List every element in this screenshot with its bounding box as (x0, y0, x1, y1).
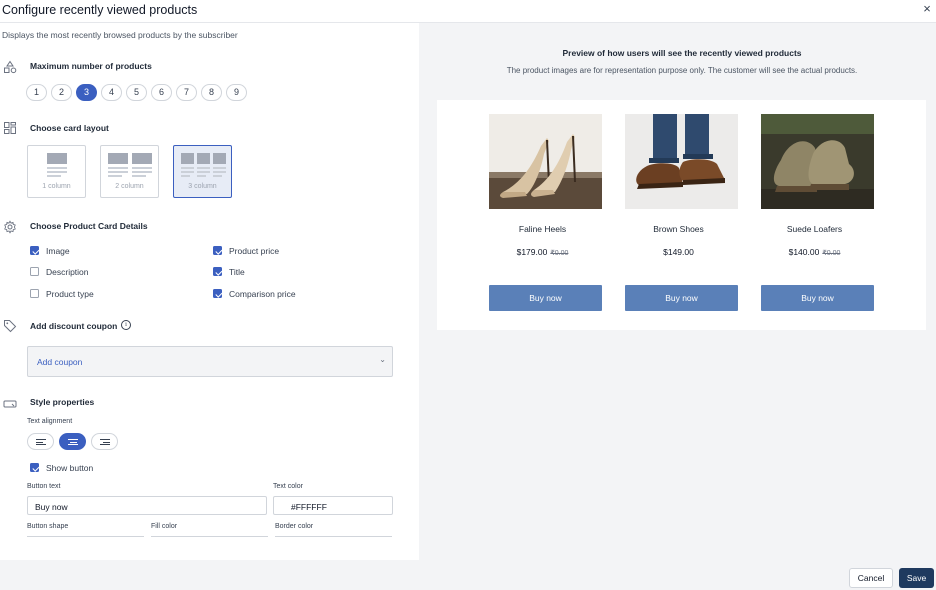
info-icon[interactable]: i (121, 320, 131, 330)
dialog-title: Configure recently viewed products (2, 3, 198, 17)
align-center-button[interactable] (59, 433, 86, 450)
product-title: Faline Heels (518, 224, 567, 234)
product-price: $179.00 (516, 247, 548, 257)
checkbox-label: Description (46, 267, 89, 277)
max-products-label: Maximum number of products (30, 61, 152, 71)
discount-label: Add discount coupon (30, 321, 118, 331)
checkbox-title[interactable] (213, 267, 222, 276)
layout-option-1-column[interactable]: 1 column (27, 145, 86, 198)
dialog-footer (0, 560, 936, 590)
max-products-option[interactable]: 6 (151, 84, 172, 101)
max-products-option[interactable]: 9 (226, 84, 247, 101)
border-color-input[interactable] (275, 536, 392, 537)
product-title: Suede Loafers (786, 224, 843, 234)
max-products-option-selected[interactable]: 3 (76, 84, 97, 101)
checkbox-show-button[interactable] (30, 463, 39, 472)
checkbox-comparison-price[interactable] (213, 289, 222, 298)
comparison-price: ₹0.00 (550, 250, 569, 257)
layout-icon (4, 122, 16, 134)
chevron-down-icon: ⌄ (379, 355, 386, 364)
button-text-input[interactable]: Buy now (27, 496, 267, 515)
button-style-icon (3, 400, 17, 408)
product-title: Brown Shoes (653, 224, 704, 234)
max-products-option[interactable]: 1 (26, 84, 47, 101)
preview-subtitle: The product images are for representatio… (506, 66, 858, 75)
product-price-row: $149.00 (622, 247, 735, 257)
max-products-option[interactable]: 8 (201, 84, 222, 101)
button-shape-label: Button shape (27, 523, 69, 530)
checkbox-description[interactable] (30, 267, 39, 276)
product-price-row: $140.00 ₹0.00 (758, 247, 871, 257)
checkbox-image[interactable] (30, 246, 39, 255)
align-right-button[interactable] (91, 433, 118, 450)
product-price: $149.00 (663, 247, 694, 257)
max-products-selector: 1 2 3 4 5 6 7 8 9 (26, 84, 247, 101)
save-button[interactable]: Save (899, 568, 934, 588)
dialog-subtitle: Displays the most recently browsed produ… (2, 30, 238, 40)
text-color-label: Text color (273, 483, 303, 490)
cancel-button[interactable]: Cancel (849, 568, 893, 588)
text-alignment-label: Text alignment (27, 418, 73, 425)
border-color-label: Border color (275, 523, 314, 530)
preview-title: Preview of how users will see the recent… (562, 48, 802, 58)
buy-now-button[interactable]: Buy now (761, 285, 874, 311)
button-text-label: Button text (27, 483, 61, 490)
product-price: $140.00 (788, 247, 820, 257)
coupon-dropdown-text: Add coupon (37, 357, 83, 367)
checkbox-label: Image (46, 246, 70, 256)
layout-option-label: 2 column (115, 183, 144, 190)
buy-now-button[interactable]: Buy now (489, 285, 602, 311)
layout-option-label: 3 column (188, 183, 217, 190)
product-image-heels (489, 114, 602, 209)
fill-color-label: Fill color (151, 523, 178, 530)
max-products-option[interactable]: 5 (126, 84, 147, 101)
text-color-input[interactable]: #FFFFFF (273, 496, 393, 515)
checkbox-label: Title (229, 267, 245, 277)
coupon-dropdown[interactable]: Add coupon ⌄ (27, 346, 393, 377)
layout-option-label: 1 column (42, 183, 71, 190)
comparison-price: ₹0.00 (822, 250, 841, 257)
checkbox-product-price[interactable] (213, 246, 222, 255)
card-layout-label: Choose card layout (30, 123, 109, 133)
checkbox-label: Comparison price (229, 289, 296, 299)
product-image-brown-shoes (625, 114, 738, 209)
checkbox-label: Product type (46, 289, 94, 299)
tag-icon (4, 320, 17, 333)
gear-icon (4, 220, 16, 234)
checkbox-label: Show button (46, 463, 94, 473)
layout-option-2-column[interactable]: 2 column (100, 145, 159, 198)
buy-now-button[interactable]: Buy now (625, 285, 738, 311)
max-products-option[interactable]: 2 (51, 84, 72, 101)
align-left-button[interactable] (27, 433, 54, 450)
card-details-label: Choose Product Card Details (30, 221, 148, 231)
max-products-option[interactable]: 7 (176, 84, 197, 101)
product-price-row: $179.00 ₹0.00 (486, 247, 599, 257)
max-products-option[interactable]: 4 (101, 84, 122, 101)
close-icon[interactable]: × (920, 2, 934, 16)
style-properties-label: Style properties (30, 397, 95, 407)
shapes-icon (4, 60, 17, 74)
button-shape-select[interactable] (27, 536, 144, 537)
product-image-suede-loafers (761, 114, 874, 209)
checkbox-label: Product price (229, 246, 280, 256)
checkbox-product-type[interactable] (30, 289, 39, 298)
fill-color-input[interactable] (151, 536, 268, 537)
layout-option-3-column[interactable]: 3 column (173, 145, 232, 198)
